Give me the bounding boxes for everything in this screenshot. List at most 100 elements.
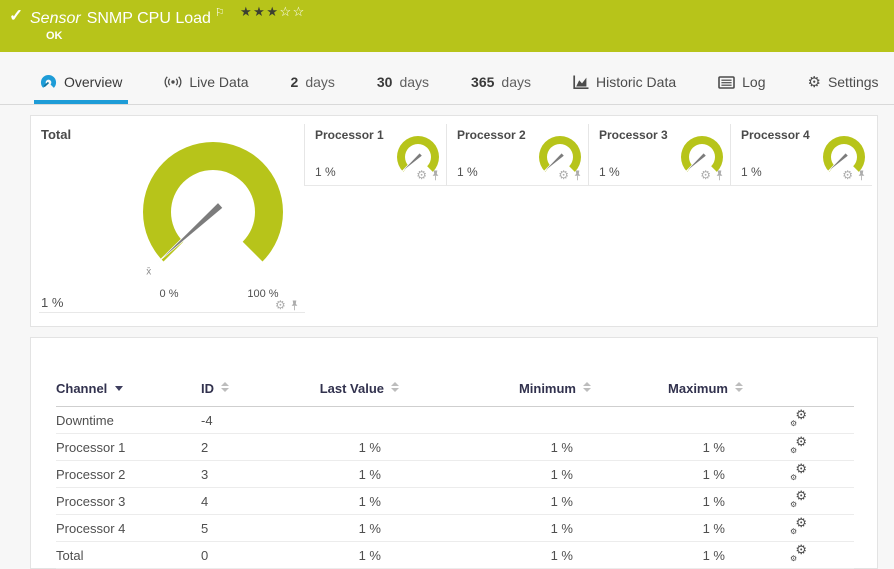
channel-last-value: 1 % <box>301 515 399 542</box>
channel-name: Processor 3 <box>56 488 201 515</box>
processor-label: Processor 1 <box>315 128 384 142</box>
star-filled-icon[interactable]: ★ <box>240 4 253 19</box>
gear-icon: ⚙ <box>807 75 820 90</box>
pin-icon[interactable] <box>715 170 724 181</box>
gear-icon[interactable]: ⚙ <box>842 169 853 181</box>
channel-last-value: 1 % <box>301 434 399 461</box>
star-empty-icon[interactable]: ☆ <box>279 4 292 19</box>
processor-gauge-cell-3: Processor 3 1 % ⚙ <box>588 124 730 186</box>
column-header-minimum[interactable]: Minimum <box>399 338 591 407</box>
processor-last-value: 1 % <box>599 165 620 179</box>
average-marker: x̄ <box>146 267 151 278</box>
channel-minimum: 1 % <box>399 515 591 542</box>
channel-minimum: 1 % <box>399 461 591 488</box>
channel-name: Processor 1 <box>56 434 201 461</box>
sort-desc-icon <box>115 386 123 391</box>
star-filled-icon[interactable]: ★ <box>253 4 266 19</box>
tab-overview[interactable]: Overview <box>34 64 128 104</box>
channel-settings-icon[interactable]: ⚙⚙ <box>790 519 807 534</box>
pin-icon[interactable] <box>857 170 866 181</box>
chart-icon <box>573 75 589 90</box>
total-gauge-label: Total <box>41 127 71 142</box>
channel-row[interactable]: Downtime -4 ⚙⚙ <box>56 407 854 434</box>
prtg-sensor-page: { "colors":{"accent_green":"#b7c41a","ga… <box>0 0 894 561</box>
gauges-panel: Total x̄ 1 % 0 % 100 % ⚙ Processor 1 1 %… <box>30 115 878 327</box>
gear-icon[interactable]: ⚙ <box>416 169 427 181</box>
channel-settings-icon[interactable]: ⚙⚙ <box>790 492 807 507</box>
channel-row[interactable]: Processor 1 2 1 % 1 % 1 % ⚙⚙ <box>56 434 854 461</box>
channel-id: 2 <box>201 434 301 461</box>
gear-icon[interactable]: ⚙ <box>558 169 569 181</box>
sort-icon <box>735 382 743 392</box>
channel-maximum: 1 % <box>591 434 743 461</box>
channel-name: Processor 2 <box>56 461 201 488</box>
channel-name: Total <box>56 542 201 569</box>
channel-row[interactable]: Total 0 1 % 1 % 1 % ⚙⚙ <box>56 542 854 569</box>
pin-icon[interactable] <box>573 170 582 181</box>
tab-settings[interactable]: ⚙ Settings <box>801 64 884 104</box>
processor-gauges-row: Processor 1 1 % ⚙ Processor 2 1 % ⚙ Proc… <box>304 124 872 186</box>
priority-stars[interactable]: ★★★☆☆ <box>240 4 306 20</box>
sort-icon <box>391 382 399 392</box>
channel-id: 5 <box>201 515 301 542</box>
column-header-maximum[interactable]: Maximum <box>591 338 743 407</box>
channel-last-value <box>301 407 399 434</box>
total-gauge[interactable]: x̄ <box>113 122 313 306</box>
sort-icon <box>583 382 591 392</box>
star-empty-icon[interactable]: ☆ <box>293 4 306 19</box>
tab-2-days[interactable]: 2 days <box>285 64 341 104</box>
channel-settings-icon[interactable]: ⚙⚙ <box>790 438 807 453</box>
tab-historic-data[interactable]: Historic Data <box>567 64 682 104</box>
channel-minimum: 1 % <box>399 434 591 461</box>
total-last-value: 1 % <box>41 295 63 310</box>
channel-row[interactable]: Processor 2 3 1 % 1 % 1 % ⚙⚙ <box>56 461 854 488</box>
sensor-name: SNMP CPU Load <box>87 10 211 27</box>
channel-name: Processor 4 <box>56 515 201 542</box>
flag-icon[interactable]: ⚐ <box>215 7 225 19</box>
tab-live-data[interactable]: Live Data <box>158 64 254 104</box>
tab-30-days[interactable]: 30 days <box>371 64 435 104</box>
channel-maximum <box>591 407 743 434</box>
star-filled-icon[interactable]: ★ <box>266 4 279 19</box>
channel-table-panel: Channel ID Last Value Minimum Maximum Do… <box>30 337 878 569</box>
processor-last-value: 1 % <box>315 165 336 179</box>
channel-settings-icon[interactable]: ⚙⚙ <box>790 411 807 426</box>
log-icon <box>718 76 735 89</box>
gear-icon[interactable]: ⚙ <box>275 299 286 311</box>
processor-last-value: 1 % <box>741 165 762 179</box>
gear-icon[interactable]: ⚙ <box>700 169 711 181</box>
pin-icon[interactable] <box>431 170 440 181</box>
channel-settings-icon[interactable]: ⚙⚙ <box>790 465 807 480</box>
channel-name: Downtime <box>56 407 201 434</box>
page-title: Sensor SNMP CPU Load ⚐ <box>30 6 225 28</box>
processor-last-value: 1 % <box>457 165 478 179</box>
channel-id: 4 <box>201 488 301 515</box>
channel-table: Channel ID Last Value Minimum Maximum Do… <box>56 338 854 569</box>
channel-table-header-row: Channel ID Last Value Minimum Maximum <box>56 338 854 407</box>
channel-settings-icon[interactable]: ⚙⚙ <box>790 546 807 561</box>
sensor-header: ✓ SensorSNMP CPU Load⚐ ★★★☆☆ OK <box>0 0 894 52</box>
channel-minimum <box>399 407 591 434</box>
pin-icon[interactable] <box>290 300 299 311</box>
channel-row[interactable]: Processor 4 5 1 % 1 % 1 % ⚙⚙ <box>56 515 854 542</box>
channel-maximum: 1 % <box>591 461 743 488</box>
sensor-tabs: Overview Live Data 2 days 30 days 365 da… <box>0 64 894 105</box>
channel-minimum: 1 % <box>399 488 591 515</box>
column-header-id[interactable]: ID <box>201 338 301 407</box>
processor-gauge-cell-1: Processor 1 1 % ⚙ <box>304 124 446 186</box>
channel-maximum: 1 % <box>591 515 743 542</box>
sensor-type-label: Sensor <box>30 10 81 27</box>
divider <box>39 312 305 313</box>
channel-maximum: 1 % <box>591 488 743 515</box>
tab-365-days[interactable]: 365 days <box>465 64 537 104</box>
column-header-last-value[interactable]: Last Value <box>301 338 399 407</box>
channel-id: 3 <box>201 461 301 488</box>
column-header-channel[interactable]: Channel <box>56 338 201 407</box>
sort-icon <box>221 382 229 392</box>
channel-minimum: 1 % <box>399 542 591 569</box>
processor-label: Processor 3 <box>599 128 668 142</box>
channel-row[interactable]: Processor 3 4 1 % 1 % 1 % ⚙⚙ <box>56 488 854 515</box>
tab-log[interactable]: Log <box>712 64 771 104</box>
channel-id: 0 <box>201 542 301 569</box>
column-header-actions <box>743 338 854 407</box>
